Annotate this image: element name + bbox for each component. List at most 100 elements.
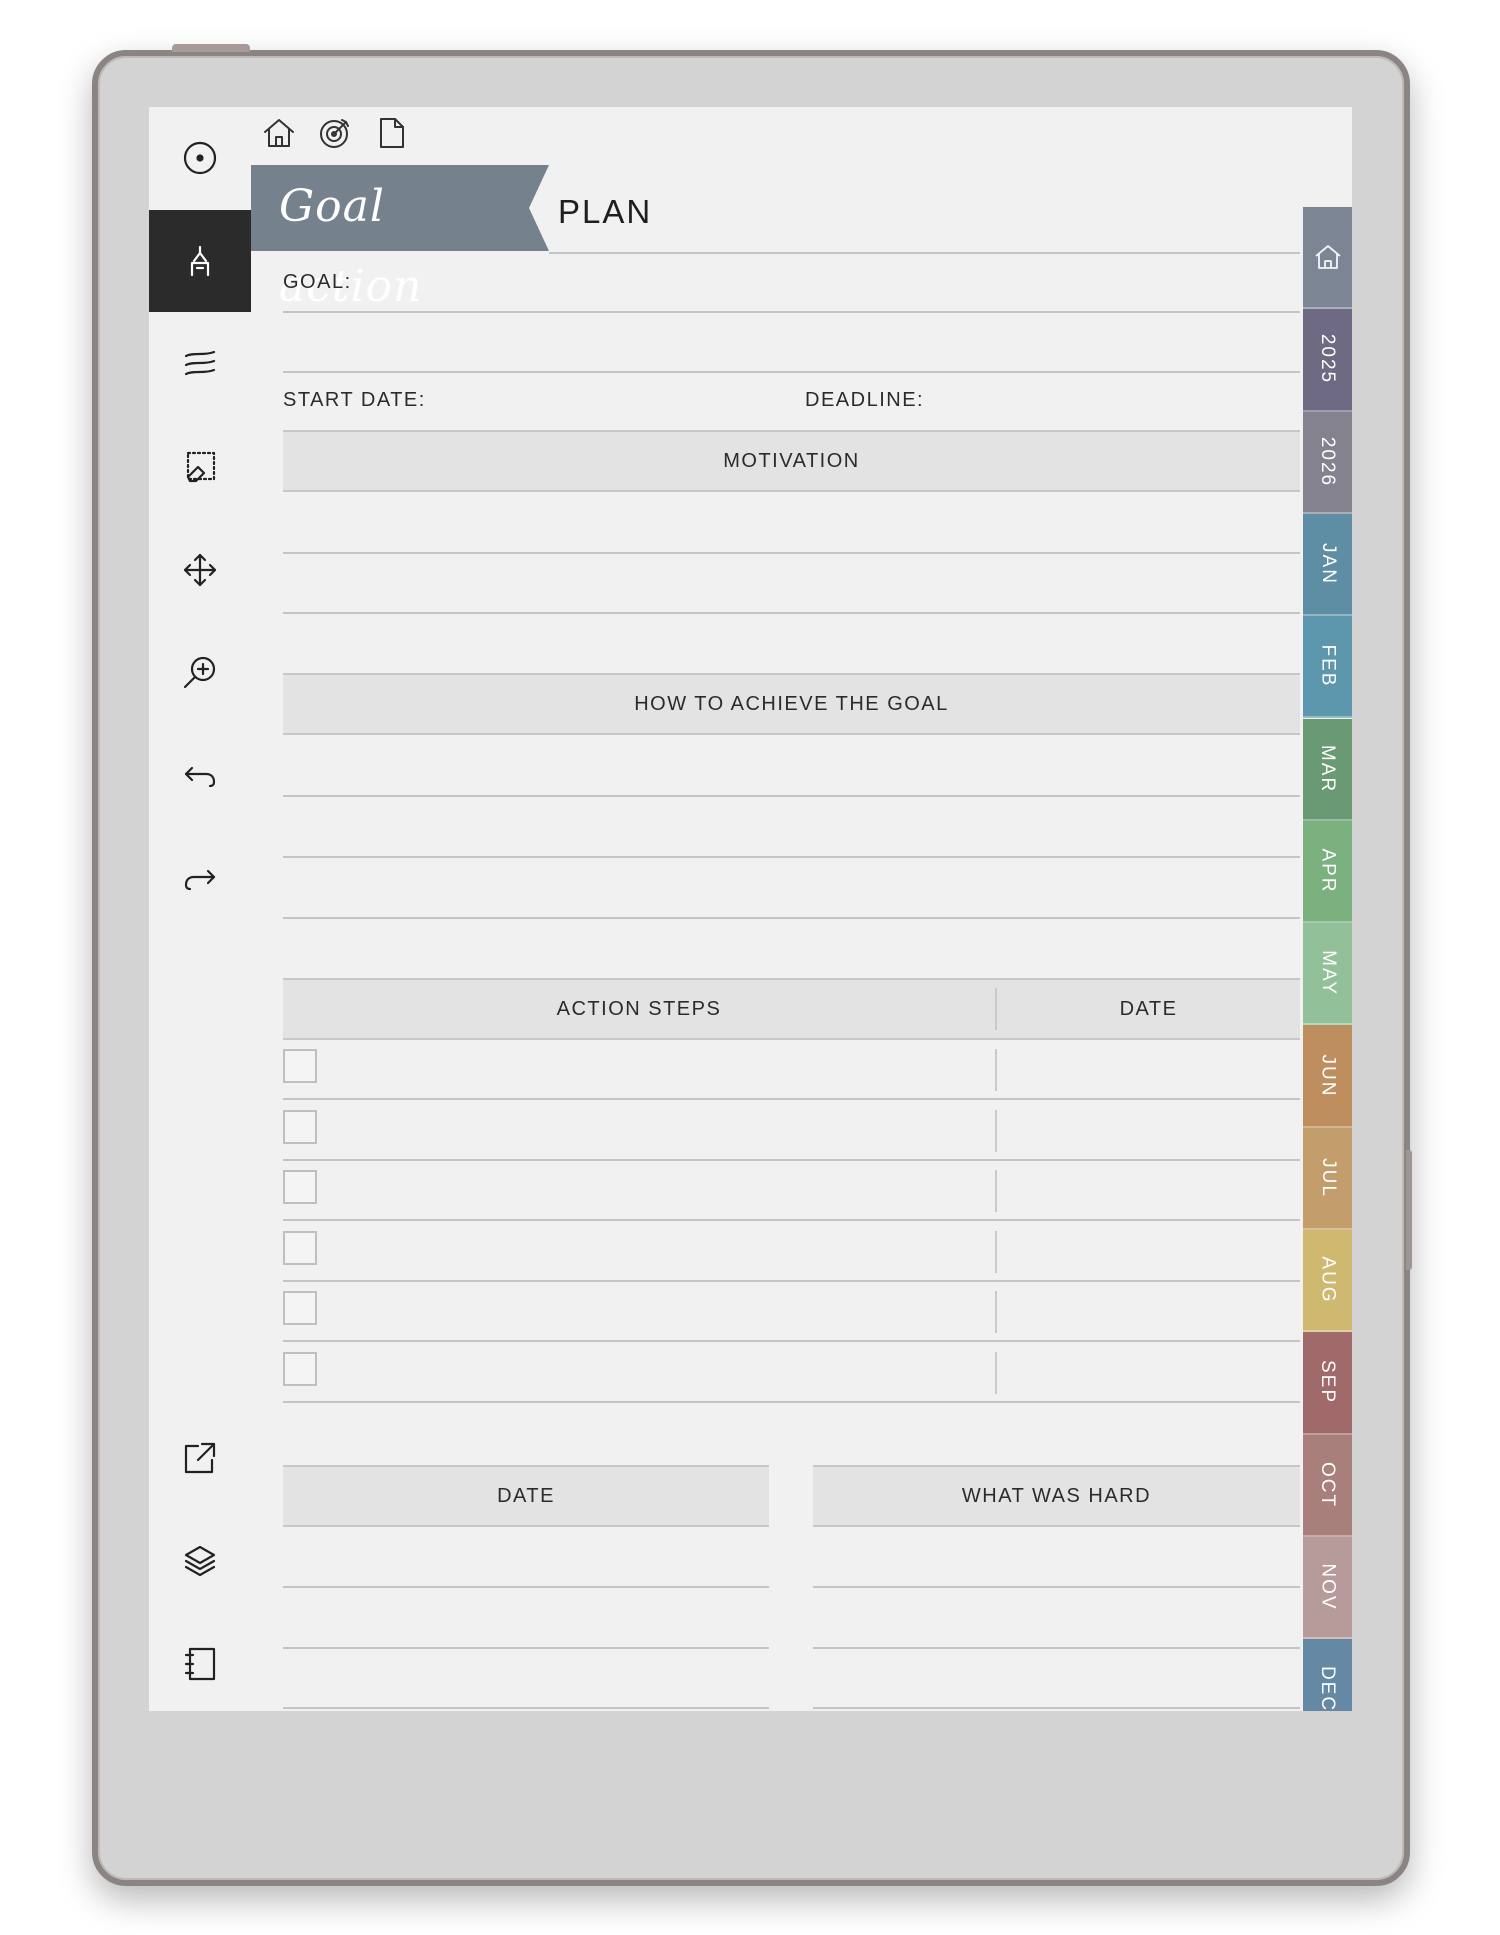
tab-label: MAY — [1317, 950, 1339, 997]
notebook-button[interactable] — [149, 1613, 251, 1711]
target-icon[interactable] — [317, 115, 353, 151]
page-icon[interactable] — [373, 115, 409, 151]
action-step-checkbox[interactable] — [283, 1230, 317, 1265]
start-date-label: START DATE: — [283, 389, 426, 411]
tab-home[interactable] — [1303, 207, 1352, 310]
how-line-3[interactable] — [283, 917, 1300, 919]
brush-strokes-icon — [184, 350, 216, 376]
tab-apr[interactable]: APR — [1303, 820, 1352, 924]
date-line-1[interactable] — [283, 1586, 769, 1588]
tab-label: NOV — [1317, 1563, 1339, 1611]
zoom-tool-button[interactable] — [149, 622, 251, 724]
move-tool-button[interactable] — [149, 519, 251, 621]
hard-line-2[interactable] — [813, 1647, 1300, 1649]
action-step-row[interactable] — [283, 1279, 1300, 1282]
layers-icon — [184, 1545, 216, 1577]
action-row-divider — [995, 1049, 997, 1091]
action-step-row[interactable] — [283, 1340, 1300, 1342]
tab-mar[interactable]: MAR — [1303, 718, 1352, 821]
how-line-1[interactable] — [283, 795, 1300, 797]
action-steps-header: ACTION STEPS — [556, 997, 722, 1020]
title-script: Goal action — [279, 181, 423, 312]
action-date-header: DATE — [1119, 997, 1178, 1020]
power-button — [172, 44, 250, 52]
action-step-row[interactable] — [283, 1098, 1300, 1100]
action-step-row[interactable] — [283, 1219, 1300, 1221]
action-step-checkbox[interactable] — [283, 1170, 317, 1204]
eraser-select-icon — [186, 451, 216, 483]
goal-line-1[interactable] — [283, 311, 1300, 313]
motivation-line-2[interactable] — [283, 612, 1300, 614]
hard-line-1[interactable] — [813, 1586, 1300, 1588]
title-rule — [549, 252, 1300, 254]
tab-aug[interactable]: AUG — [1303, 1230, 1352, 1333]
eraser-tool-button[interactable] — [149, 416, 251, 518]
pen-tool-button[interactable] — [149, 210, 251, 312]
tab-label: MAR — [1317, 744, 1339, 793]
redo-icon — [184, 869, 216, 891]
brush-tool-button[interactable] — [149, 313, 251, 415]
hard-line-3[interactable] — [813, 1707, 1300, 1709]
date-line-3[interactable] — [283, 1707, 769, 1709]
share-icon — [184, 1442, 216, 1474]
menu-circle-icon — [183, 141, 217, 175]
tab-jun[interactable]: JUN — [1303, 1025, 1352, 1128]
tab-2026[interactable]: 2026 — [1303, 411, 1352, 514]
title-plan: PLAN — [558, 193, 653, 230]
how-line-2[interactable] — [283, 856, 1300, 858]
tab-label: JUL — [1317, 1157, 1339, 1198]
how-to-achieve-header: HOW TO ACHIEVE THE GOAL — [283, 673, 1300, 735]
tab-jul[interactable]: JUL — [1303, 1127, 1352, 1230]
pen-icon — [190, 245, 210, 277]
tab-nov[interactable]: NOV — [1303, 1536, 1352, 1640]
action-row-divider — [995, 1291, 997, 1333]
layers-button[interactable] — [149, 1510, 251, 1612]
tab-label: JUN — [1317, 1054, 1339, 1098]
header-divider — [995, 988, 997, 1030]
motivation-line-1[interactable] — [283, 552, 1300, 554]
tab-label: 2026 — [1317, 436, 1339, 487]
action-row-divider — [995, 1109, 997, 1152]
goal-line-2[interactable] — [283, 371, 1300, 373]
action-row-divider — [995, 1351, 997, 1394]
action-step-row[interactable] — [283, 1158, 1300, 1161]
undo-icon — [184, 766, 216, 788]
tab-label: OCT — [1317, 1461, 1339, 1508]
share-button[interactable] — [149, 1407, 251, 1509]
tab-2025[interactable]: 2025 — [1303, 309, 1352, 412]
action-step-checkbox[interactable] — [283, 1109, 317, 1144]
action-step-checkbox[interactable] — [283, 1049, 317, 1083]
toolbar — [149, 107, 251, 1711]
action-step-row[interactable] — [283, 1400, 1300, 1403]
action-row-divider — [995, 1230, 997, 1273]
menu-button[interactable] — [149, 107, 251, 209]
action-step-checkbox[interactable] — [283, 1291, 317, 1325]
tab-dec[interactable]: DEC — [1303, 1639, 1352, 1711]
tab-label: FEB — [1317, 644, 1339, 688]
motivation-header: MOTIVATION — [283, 430, 1300, 492]
tab-may[interactable]: MAY — [1303, 923, 1352, 1026]
screen: Goal action PLAN GOAL: START DATE: DEADL… — [149, 107, 1352, 1711]
goal-label: GOAL: — [283, 271, 352, 293]
tab-jan[interactable]: JAN — [1303, 513, 1352, 617]
tab-label: AUG — [1317, 1256, 1339, 1304]
home-icon — [1314, 245, 1341, 270]
action-steps-table-header: ACTION STEPS DATE — [283, 978, 1300, 1040]
tab-oct[interactable]: OCT — [1303, 1434, 1352, 1537]
tab-label: SEP — [1317, 1360, 1339, 1405]
notebook-icon — [184, 1647, 216, 1681]
date-line-2[interactable] — [283, 1647, 769, 1649]
redo-button[interactable] — [149, 828, 251, 930]
what-was-hard-header: WHAT WAS HARD — [813, 1465, 1300, 1527]
undo-button[interactable] — [149, 725, 251, 827]
move-icon — [183, 553, 217, 587]
home-icon[interactable] — [261, 115, 297, 151]
side-button — [1406, 1150, 1412, 1270]
tab-label: JAN — [1317, 543, 1339, 585]
action-step-checkbox[interactable] — [283, 1351, 317, 1386]
tab-sep[interactable]: SEP — [1303, 1332, 1352, 1435]
date-column-header: DATE — [283, 1465, 769, 1527]
tab-label: DEC — [1317, 1666, 1339, 1711]
tab-feb[interactable]: FEB — [1303, 616, 1352, 719]
top-navigation — [261, 115, 409, 151]
